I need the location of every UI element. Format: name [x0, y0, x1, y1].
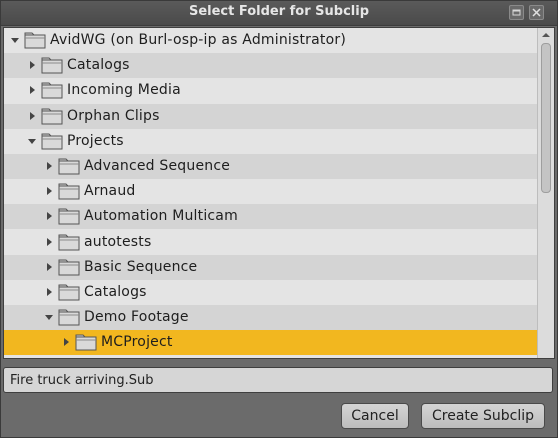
tree-item[interactable]: Demo Footage — [4, 305, 538, 331]
subclip-name-field[interactable]: Fire truck arriving.Sub — [3, 367, 553, 393]
minimize-icon — [512, 9, 521, 16]
close-icon — [532, 8, 541, 17]
tree-item[interactable]: Arnaud — [4, 179, 538, 204]
cancel-button[interactable]: Cancel — [341, 403, 409, 429]
folder-icon — [41, 82, 63, 99]
vertical-scrollbar[interactable] — [537, 28, 554, 358]
collapsed-arrow-icon[interactable] — [44, 186, 54, 196]
tree-item[interactable]: autotests — [4, 230, 538, 255]
folder-tree[interactable]: AvidWG (on Burl-osp-ip as Administrator)… — [3, 27, 555, 359]
dialog-title: Select Folder for Subclip — [188, 4, 370, 19]
tree-item[interactable]: Projects — [4, 129, 538, 154]
folder-icon — [58, 234, 80, 251]
folder-icon — [41, 57, 63, 74]
expanded-arrow-icon[interactable] — [27, 136, 37, 146]
tree-item-label: Demo Footage — [84, 309, 189, 326]
tree-item-label: autotests — [84, 233, 152, 250]
collapsed-arrow-icon[interactable] — [44, 211, 54, 221]
collapsed-arrow-icon[interactable] — [44, 262, 54, 272]
tree-item-label: Incoming Media — [67, 82, 181, 99]
close-button[interactable] — [529, 5, 544, 20]
folder-icon — [41, 108, 63, 125]
collapsed-arrow-icon[interactable] — [44, 287, 54, 297]
folder-icon — [58, 183, 80, 200]
expanded-arrow-icon[interactable] — [10, 35, 20, 45]
scroll-thumb[interactable] — [541, 43, 551, 193]
folder-icon — [75, 334, 97, 351]
select-folder-dialog: Select Folder for Subclip AvidWG (on Bur… — [0, 0, 558, 438]
tree-item[interactable]: MCProject — [4, 330, 538, 356]
folder-icon — [58, 259, 80, 276]
minimize-button[interactable] — [509, 5, 524, 20]
tree-item[interactable]: Orphan Clips — [4, 103, 538, 129]
tree-item[interactable]: Advanced Sequence — [4, 154, 538, 179]
folder-icon — [58, 284, 80, 301]
folder-icon — [58, 208, 80, 225]
tree-item-label: Arnaud — [84, 183, 136, 200]
collapsed-arrow-icon[interactable] — [44, 161, 54, 171]
tree-item-label: Catalogs — [67, 57, 130, 74]
tree-item-label: Basic Sequence — [84, 258, 198, 275]
tree-item-label: AvidWG (on Burl-osp-ip as Administrator) — [50, 32, 346, 48]
tree-item[interactable]: Basic Sequence — [4, 254, 538, 280]
folder-icon — [41, 133, 63, 150]
tree-item[interactable]: Incoming Media — [4, 78, 538, 103]
tree-item[interactable]: Automation Multicam — [4, 204, 538, 230]
tree-item-label: Advanced Sequence — [84, 158, 231, 174]
collapsed-arrow-icon[interactable] — [61, 337, 71, 347]
tree-item-label: Automation Multicam — [84, 208, 238, 225]
folder-icon — [24, 32, 46, 49]
tree-item[interactable]: Catalogs — [4, 280, 538, 305]
collapsed-arrow-icon[interactable] — [27, 111, 37, 121]
expanded-arrow-icon[interactable] — [44, 312, 54, 322]
tree-item-label: Catalogs — [84, 284, 147, 300]
collapsed-arrow-icon[interactable] — [27, 85, 37, 95]
folder-icon — [58, 158, 80, 175]
tree-item[interactable]: Catalogs — [4, 53, 538, 79]
scroll-up-icon[interactable] — [541, 30, 551, 40]
collapsed-arrow-icon[interactable] — [44, 237, 54, 247]
tree-item[interactable]: AvidWG (on Burl-osp-ip as Administrator) — [4, 28, 538, 53]
tree-item-label: Orphan Clips — [67, 107, 160, 124]
tree-item-label: Projects — [67, 132, 124, 149]
title-bar[interactable]: Select Folder for Subclip — [1, 1, 557, 26]
create-subclip-button[interactable]: Create Subclip — [421, 403, 545, 429]
folder-icon — [58, 309, 80, 326]
collapsed-arrow-icon[interactable] — [27, 60, 37, 70]
tree-item-label: MCProject — [101, 334, 173, 351]
